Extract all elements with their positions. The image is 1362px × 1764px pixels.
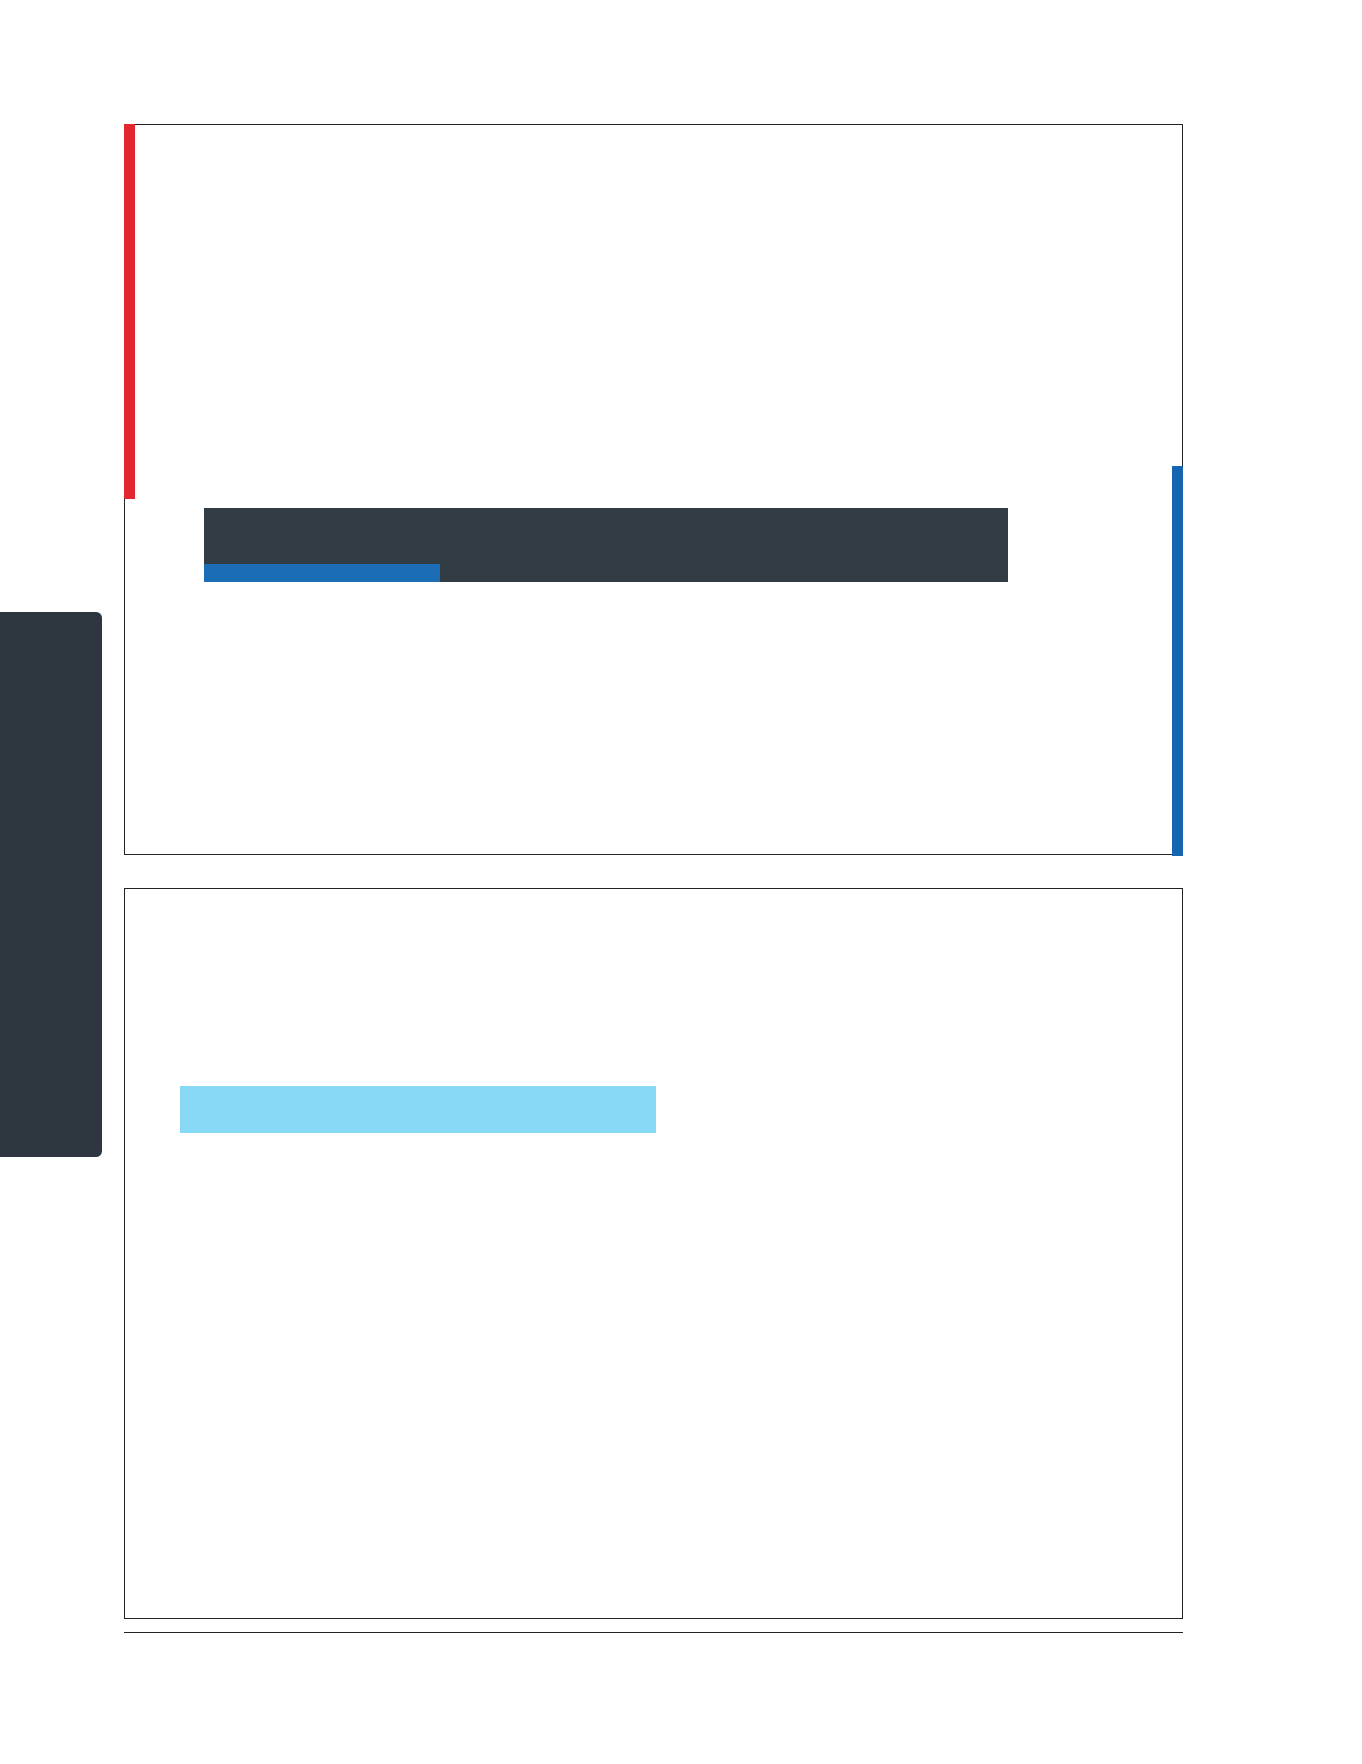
blue-accent-bar bbox=[1172, 466, 1183, 856]
slide-top bbox=[124, 124, 1183, 856]
side-tab bbox=[0, 612, 102, 1157]
highlight-box bbox=[180, 1086, 656, 1133]
slide-bottom bbox=[124, 888, 1183, 1619]
red-accent-bar bbox=[124, 124, 135, 499]
slide-title-bar bbox=[204, 508, 1008, 582]
footer-rule bbox=[124, 1632, 1183, 1633]
title-underline bbox=[204, 564, 440, 582]
